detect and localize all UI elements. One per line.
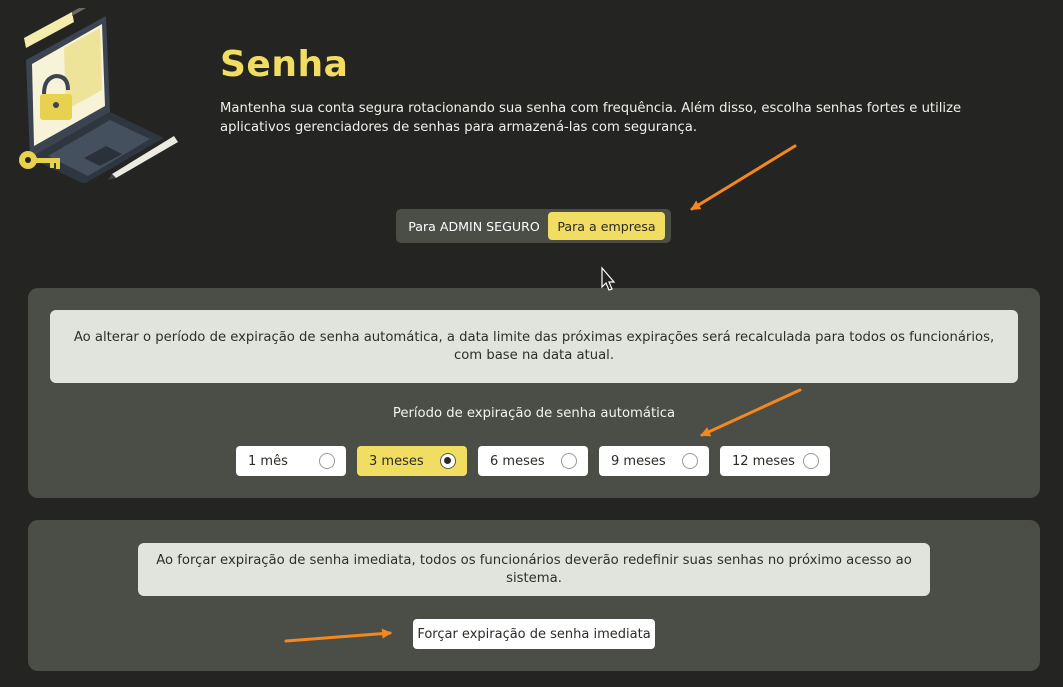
period-option-label: 6 meses	[490, 453, 545, 469]
period-option-label: 1 mês	[248, 453, 288, 469]
expiration-period-label: Período de expiração de senha automática	[392, 406, 676, 421]
period-option-12-months[interactable]: 12 meses	[720, 446, 830, 476]
annotation-arrow	[690, 144, 797, 211]
radio-checked-icon[interactable]	[440, 453, 456, 469]
period-option-label: 3 meses	[369, 453, 424, 469]
period-option-1-month[interactable]: 1 mês	[236, 446, 346, 476]
force-expiration-button[interactable]: Forçar expiração de senha imediata	[413, 619, 655, 649]
laptop-lock-illustration	[19, 8, 178, 183]
radio-icon[interactable]	[682, 453, 698, 469]
period-option-label: 12 meses	[732, 453, 795, 469]
radio-icon[interactable]	[319, 453, 335, 469]
radio-icon[interactable]	[803, 453, 819, 469]
page-description: Mantenha sua conta segura rotacionando s…	[220, 101, 962, 135]
scope-option-admin[interactable]: Para ADMIN SEGURO	[400, 212, 548, 240]
period-option-6-months[interactable]: 6 meses	[478, 446, 588, 476]
cursor-icon	[601, 266, 616, 291]
expiration-period-options: 1 mês 3 meses 6 meses 9 meses 12 meses	[236, 446, 830, 476]
page-title: Senha	[220, 44, 349, 85]
period-option-9-months[interactable]: 9 meses	[599, 446, 709, 476]
period-option-3-months[interactable]: 3 meses	[357, 446, 467, 476]
force-expiration-notice: Ao forçar expiração de senha imediata, t…	[138, 543, 930, 596]
scope-option-company[interactable]: Para a empresa	[548, 212, 665, 240]
expiration-notice: Ao alterar o período de expiração de sen…	[50, 310, 1018, 383]
force-expiration-panel: Ao forçar expiração de senha imediata, t…	[28, 520, 1040, 671]
expiration-period-panel: Ao alterar o período de expiração de sen…	[28, 288, 1040, 498]
scope-toggle: Para ADMIN SEGURO Para a empresa	[396, 209, 671, 243]
period-option-label: 9 meses	[611, 453, 666, 469]
radio-icon[interactable]	[561, 453, 577, 469]
